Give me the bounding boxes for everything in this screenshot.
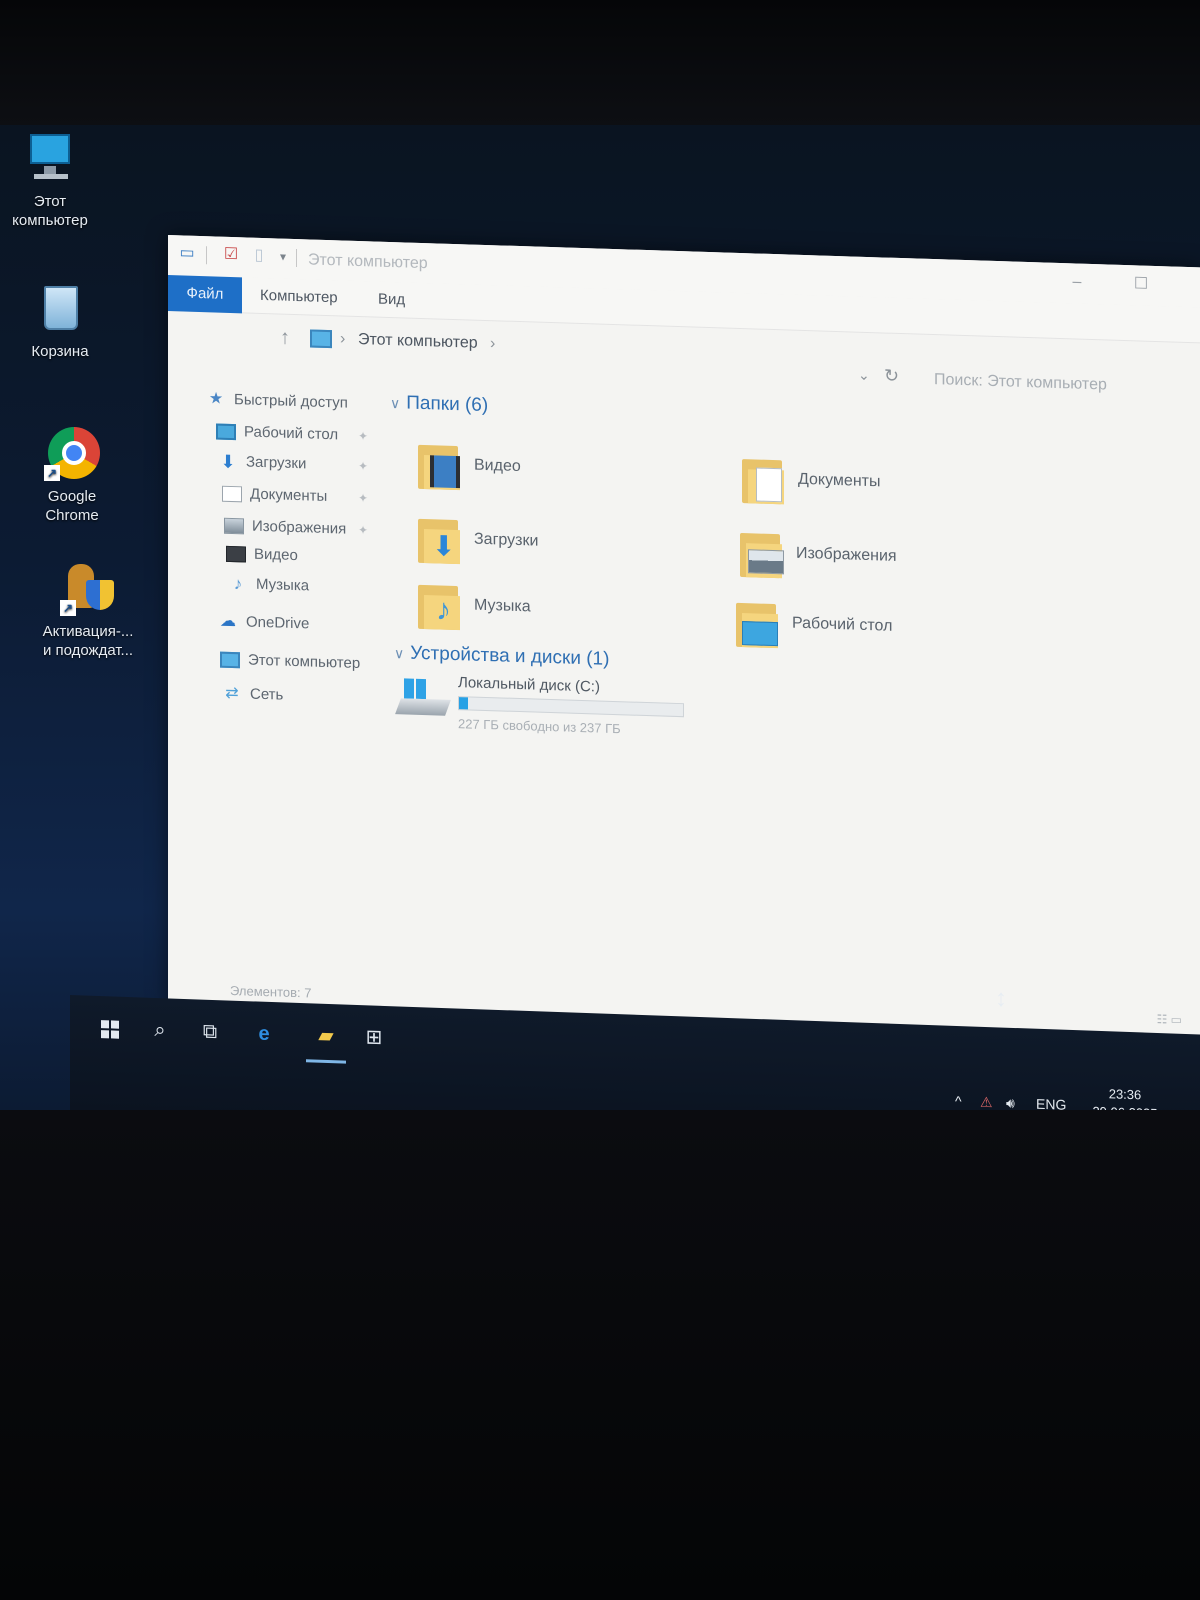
nav-documents[interactable]: Документы [222, 481, 327, 510]
minimize-icon[interactable]: – [1064, 271, 1090, 294]
hard-drive-icon [395, 678, 451, 720]
documents-folder-icon [740, 453, 788, 507]
divider [296, 249, 297, 268]
divider [206, 246, 207, 265]
desktop-icon [216, 423, 236, 441]
desktop-icon-activation[interactable]: ↗ Активация-... и подождат... [38, 560, 138, 660]
tab-view[interactable]: Вид [364, 281, 419, 319]
pin-icon[interactable]: ✦ [358, 523, 368, 537]
store-icon[interactable]: ⊞ [352, 1015, 396, 1061]
chevron-right-icon[interactable]: › [490, 335, 495, 353]
shortcut-arrow-icon: ↗ [60, 600, 76, 616]
monitor-bezel-top [0, 0, 1200, 125]
quick-access-dropdown-icon[interactable]: ▾ [272, 246, 294, 267]
download-icon: ⬇ [220, 451, 236, 473]
document-icon [222, 485, 242, 503]
chrome-icon: ↗ [44, 425, 100, 481]
explorer-window: ▭ ☑ ▯ ▾ Этот компьютер – ☐ Файл Компьюте… [168, 235, 1200, 1038]
windows-logo-icon [100, 1019, 120, 1040]
activator-icon: ↗ [60, 560, 116, 616]
computer-icon [220, 651, 240, 669]
tab-computer[interactable]: Компьютер [246, 277, 352, 316]
search-input[interactable]: Поиск: Этот компьютер [928, 365, 1188, 403]
chevron-right-icon[interactable]: › [340, 330, 345, 348]
window-title: Этот компьютер [308, 251, 428, 273]
desktop-icon-label: Корзина [31, 343, 89, 360]
desktop-icon-label: Google Chrome [45, 488, 99, 524]
pin-icon[interactable]: ✦ [358, 459, 368, 473]
music-folder-icon: ♪ [416, 579, 464, 633]
nav-network[interactable]: ⇄ Сеть [222, 681, 283, 709]
desktop-icon-label: Активация-... и подождат... [42, 623, 134, 659]
nav-onedrive[interactable]: ☁ OneDrive [218, 609, 309, 638]
folder-pictures[interactable]: Изображения [738, 527, 1038, 600]
monitor-bezel-bottom [0, 1110, 1200, 1600]
pin-icon[interactable]: ✦ [358, 429, 368, 443]
folder-documents[interactable]: Документы [740, 453, 1040, 526]
file-explorer-icon[interactable]: ▰ [304, 1013, 348, 1059]
start-button[interactable] [88, 1006, 132, 1052]
pictures-folder-icon [738, 527, 786, 581]
chevron-down-icon: ∨ [390, 394, 401, 412]
nav-this-pc[interactable]: Этот компьютер [220, 647, 360, 677]
nav-pictures[interactable]: Изображения [224, 513, 346, 543]
video-icon [226, 545, 246, 563]
image-icon [224, 517, 244, 535]
chevron-down-icon: ∨ [394, 645, 405, 662]
task-view-icon[interactable]: ⧉ [188, 1009, 232, 1055]
downloads-folder-icon: ⬇ [416, 513, 464, 567]
view-toggle-icon[interactable]: ☷ ▭ [1157, 1012, 1182, 1027]
up-arrow-icon[interactable]: ↑ [280, 327, 290, 350]
search-icon[interactable]: ⌕ [138, 1007, 182, 1053]
drive-c[interactable]: Локальный диск (C:) 227 ГБ свободно из 2… [395, 672, 718, 752]
desktop-folder-icon [734, 597, 782, 651]
navigation-pane: ★ Быстрый доступ Рабочий стол ✦ ⬇ Загрузки… [168, 385, 383, 932]
drive-usage-bar [458, 696, 684, 718]
desktop-icon-this-pc[interactable]: Этот компьютер [0, 130, 100, 230]
new-folder-icon[interactable]: ▯ [248, 246, 270, 267]
folder-videos[interactable]: Видео [416, 439, 716, 512]
section-folders[interactable]: ∨ Папки (6) [390, 392, 488, 417]
edge-icon[interactable]: e [242, 1011, 286, 1057]
nav-downloads[interactable]: ⬇ Загрузки [218, 449, 306, 478]
video-folder-icon [416, 439, 464, 493]
cloud-icon: ☁ [220, 612, 236, 631]
chevron-down-icon[interactable]: ⌄ [858, 367, 870, 384]
folder-music[interactable]: ♪ Музыка [416, 579, 716, 652]
properties-icon[interactable]: ☑ [220, 245, 242, 266]
maximize-icon[interactable]: ☐ [1128, 273, 1154, 296]
nav-desktop[interactable]: Рабочий стол [216, 419, 338, 449]
computer-icon [310, 329, 332, 349]
resize-cursor-icon: ↕ [995, 985, 1007, 1012]
nav-quick-access[interactable]: ★ Быстрый доступ [206, 386, 348, 416]
music-icon: ♪ [233, 574, 243, 594]
shortcut-arrow-icon: ↗ [44, 465, 60, 481]
refresh-icon[interactable]: ↻ [884, 366, 899, 387]
nav-music[interactable]: ♪ Музыка [228, 571, 309, 600]
star-icon: ★ [208, 390, 224, 408]
network-icon: ⇄ [225, 684, 239, 703]
desktop-icon-chrome[interactable]: ↗ Google Chrome [22, 425, 122, 525]
desktop-icon-label: Этот компьютер [12, 193, 88, 229]
active-app-indicator [306, 1059, 346, 1064]
folder-downloads[interactable]: ⬇ Загрузки [416, 513, 716, 586]
desktop-icon-recycle-bin[interactable]: Корзина [10, 280, 110, 361]
item-count: Элементов: 7 [230, 982, 312, 1001]
nav-videos[interactable]: Видео [226, 541, 298, 569]
pin-icon[interactable]: ✦ [358, 491, 368, 505]
computer-icon [22, 130, 78, 186]
recycle-bin-icon [32, 280, 88, 336]
address-path[interactable]: Этот компьютер [358, 331, 478, 353]
computer-icon: ▭ [179, 244, 195, 262]
tab-file[interactable]: Файл [168, 275, 242, 314]
folder-desktop[interactable]: Рабочий стол [734, 597, 1034, 670]
